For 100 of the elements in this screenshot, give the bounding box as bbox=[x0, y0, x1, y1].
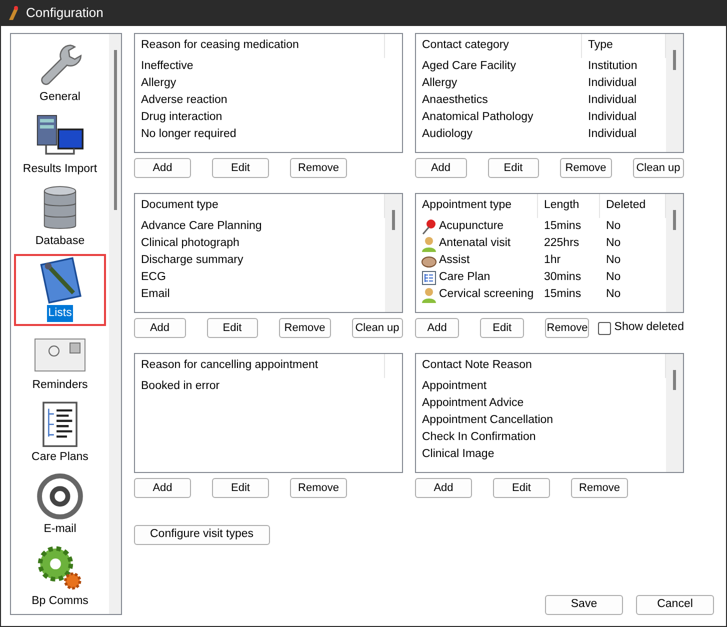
list-button[interactable]: Clean up bbox=[632, 158, 684, 178]
list-item[interactable]: No bbox=[606, 234, 621, 252]
person-icon bbox=[421, 236, 437, 252]
list-item[interactable]: 1hr bbox=[544, 252, 561, 270]
list-item[interactable]: Cervical screening bbox=[439, 286, 534, 304]
sidebar-item[interactable]: Results Import bbox=[14, 110, 106, 182]
list-button[interactable]: Add bbox=[134, 318, 186, 338]
list-button[interactable]: Edit bbox=[493, 478, 550, 498]
list-item[interactable]: No bbox=[606, 268, 621, 286]
list-button[interactable]: Remove bbox=[571, 478, 628, 498]
list-item[interactable]: 30mins bbox=[544, 268, 582, 286]
sidebar-item[interactable]: General bbox=[14, 38, 106, 110]
list-item[interactable]: Individual bbox=[588, 74, 637, 92]
list-item[interactable]: Allergy bbox=[422, 74, 458, 92]
list-button[interactable]: Edit bbox=[480, 318, 524, 338]
list-item[interactable]: Anaesthetics bbox=[422, 92, 488, 110]
sidebar-label: Results Import bbox=[22, 162, 98, 177]
list-item[interactable]: 225hrs bbox=[544, 234, 580, 252]
list-button[interactable]: Add bbox=[415, 318, 460, 338]
list-item[interactable]: Assist bbox=[439, 252, 470, 270]
sidebar-item[interactable]: Bp Comms bbox=[14, 542, 106, 614]
list-item[interactable]: 15mins bbox=[544, 218, 582, 236]
list-item[interactable]: No bbox=[606, 218, 621, 236]
list-button[interactable]: Add bbox=[134, 158, 191, 178]
list-button[interactable]: Remove bbox=[290, 478, 347, 498]
sidebar-item[interactable]: Lists bbox=[14, 254, 106, 326]
sidebar-item[interactable]: Reminders bbox=[14, 326, 106, 398]
list-item[interactable]: Acupuncture bbox=[439, 218, 504, 236]
list-button[interactable]: Add bbox=[415, 478, 472, 498]
scrollbar[interactable] bbox=[109, 34, 121, 614]
column-header[interactable]: Document type bbox=[141, 197, 218, 215]
column-header[interactable]: Reason for ceasing medication bbox=[141, 37, 299, 55]
list-item[interactable]: Appointment bbox=[422, 378, 487, 396]
checkbox-label[interactable]: Show deleted bbox=[614, 319, 684, 337]
list-button[interactable]: Remove bbox=[545, 318, 590, 338]
list-button[interactable]: Edit bbox=[206, 318, 258, 338]
sidebar-item[interactable]: Care Plans bbox=[14, 398, 106, 470]
sidebar-label: Care Plans bbox=[30, 450, 90, 465]
list-item[interactable]: Email bbox=[141, 286, 170, 304]
list-item[interactable]: Drug interaction bbox=[141, 108, 222, 126]
list-button[interactable]: Clean up bbox=[352, 318, 403, 338]
at-sign-icon bbox=[35, 472, 85, 521]
checkbox[interactable] bbox=[598, 322, 612, 334]
column-header[interactable]: Type bbox=[588, 37, 613, 55]
list-item[interactable]: 15mins bbox=[544, 286, 582, 304]
pushpin-icon bbox=[421, 218, 437, 234]
person-icon bbox=[421, 286, 437, 302]
list-item[interactable]: Institution bbox=[588, 58, 638, 76]
list-item[interactable]: Anatomical Pathology bbox=[422, 108, 534, 126]
column-header[interactable]: Contact category bbox=[422, 37, 509, 55]
app-logo-icon bbox=[6, 5, 20, 21]
scrollbar[interactable] bbox=[666, 194, 683, 312]
list-item[interactable]: Advance Care Planning bbox=[141, 218, 262, 236]
list-item[interactable]: Adverse reaction bbox=[141, 92, 228, 110]
list-button[interactable]: Edit bbox=[212, 478, 269, 498]
list-item[interactable]: Ineffective bbox=[141, 58, 194, 76]
list-item[interactable]: ECG bbox=[141, 268, 166, 286]
list-item[interactable]: Clinical photograph bbox=[141, 234, 240, 252]
list-item[interactable]: Appointment Advice bbox=[422, 394, 524, 412]
list-item[interactable]: Aged Care Facility bbox=[422, 58, 516, 76]
sidebar-label: Database bbox=[34, 234, 86, 249]
list-item[interactable]: Appointment Cancellation bbox=[422, 412, 554, 430]
list-item[interactable]: Individual bbox=[588, 108, 637, 126]
column-header[interactable]: Appointment type bbox=[422, 197, 512, 215]
sidebar-label: Lists bbox=[47, 304, 73, 322]
list-item[interactable]: Clinical Image bbox=[422, 446, 494, 464]
list-item[interactable]: Antenatal visit bbox=[439, 234, 511, 252]
list-item[interactable]: No longer required bbox=[141, 126, 236, 144]
list-item[interactable]: Allergy bbox=[141, 74, 176, 92]
column-header[interactable]: Reason for cancelling appointment bbox=[141, 357, 318, 375]
list-item[interactable]: Booked in error bbox=[141, 378, 220, 396]
list-item[interactable]: Audiology bbox=[422, 126, 473, 144]
dialog-button[interactable]: Cancel bbox=[636, 595, 714, 615]
list-item[interactable]: Discharge summary bbox=[141, 252, 244, 270]
list-button[interactable]: Remove bbox=[279, 318, 330, 338]
column-header[interactable]: Deleted bbox=[606, 197, 646, 215]
list-item[interactable]: No bbox=[606, 286, 621, 304]
list-button[interactable]: Edit bbox=[212, 158, 269, 178]
column-header[interactable]: Length bbox=[544, 197, 580, 215]
configure-visit-types-button[interactable]: Configure visit types bbox=[134, 525, 270, 545]
list-item[interactable]: Individual bbox=[588, 92, 637, 110]
scrollbar[interactable] bbox=[666, 34, 683, 152]
column-header[interactable]: Contact Note Reason bbox=[422, 357, 532, 375]
list-button[interactable]: Add bbox=[134, 478, 191, 498]
sidebar-item[interactable]: E-mail bbox=[14, 470, 106, 542]
list-button[interactable]: Add bbox=[415, 158, 466, 178]
list-button[interactable]: Edit bbox=[488, 158, 539, 178]
list-item[interactable]: No bbox=[606, 252, 621, 270]
list-button[interactable]: Remove bbox=[290, 158, 347, 178]
list-button[interactable]: Remove bbox=[560, 158, 612, 178]
list-item[interactable]: Care Plan bbox=[439, 268, 490, 286]
sidebar-label: E-mail bbox=[42, 522, 78, 537]
sidebar-item[interactable]: Database bbox=[14, 182, 106, 254]
sidebar-label: General bbox=[38, 90, 82, 105]
scrollbar[interactable] bbox=[666, 354, 683, 472]
scrollbar[interactable] bbox=[385, 194, 402, 312]
sidebar-label: Bp Comms bbox=[30, 594, 90, 609]
list-item[interactable]: Check In Confirmation bbox=[422, 428, 536, 446]
dialog-button[interactable]: Save bbox=[545, 595, 623, 615]
list-item[interactable]: Individual bbox=[588, 126, 637, 144]
